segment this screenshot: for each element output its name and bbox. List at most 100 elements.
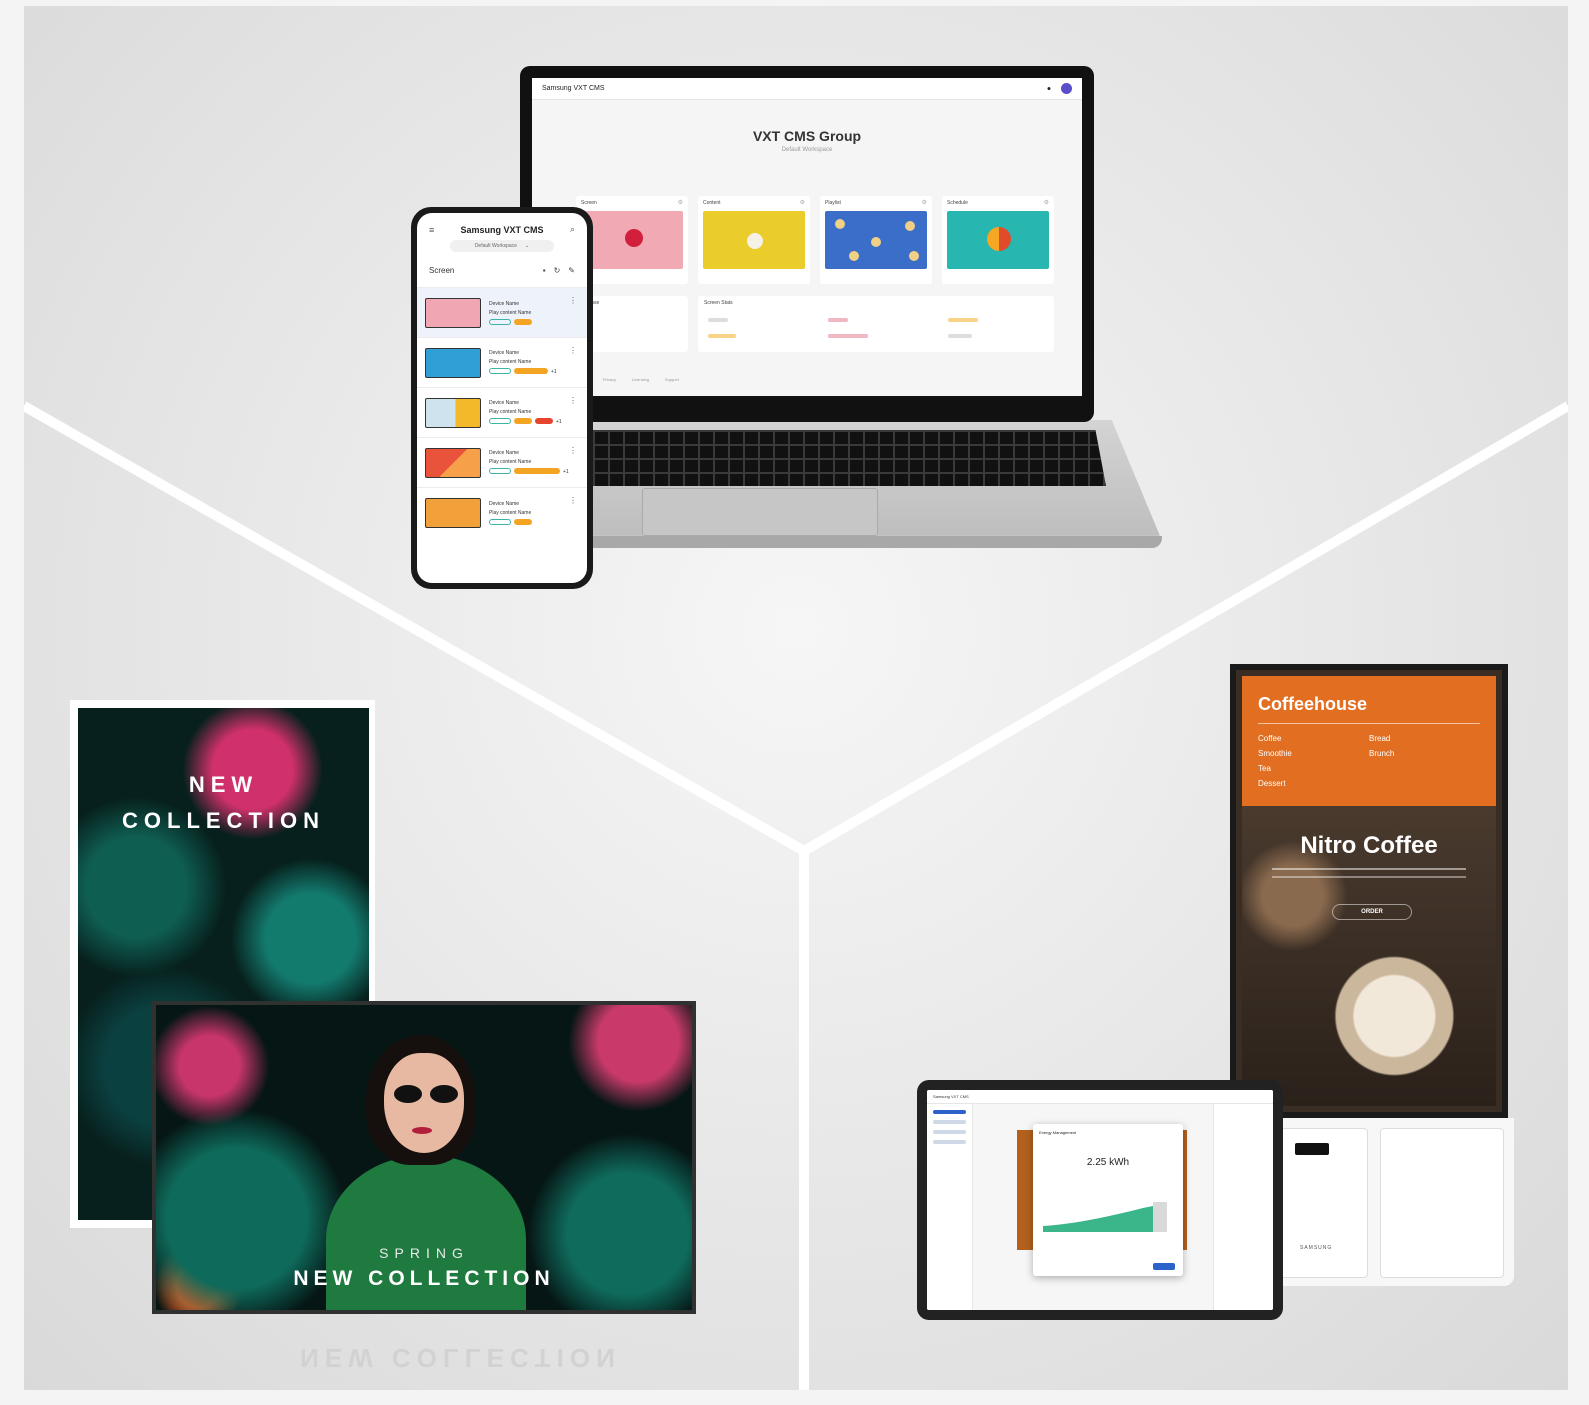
device-thumbnail bbox=[425, 397, 481, 428]
poster-reflection: NEW COLLECTION bbox=[300, 1343, 621, 1373]
search-icon[interactable]: ⌕ bbox=[570, 224, 575, 235]
more-icon[interactable]: ⋮ bbox=[569, 346, 577, 355]
card-label: Schedule bbox=[947, 200, 968, 206]
stat-pill bbox=[828, 334, 868, 338]
gear-icon[interactable]: ⚙ bbox=[678, 199, 683, 206]
gear-icon[interactable]: ⚙ bbox=[800, 199, 805, 206]
card-content[interactable]: Content ⚙ bbox=[698, 196, 810, 284]
more-icon[interactable]: ⋮ bbox=[569, 296, 577, 305]
order-button[interactable]: ORDER bbox=[1332, 904, 1412, 920]
model-lips bbox=[412, 1127, 432, 1134]
menu-icon[interactable]: ≡ bbox=[429, 225, 434, 235]
list-item[interactable]: Device Name Play content Name +1 ⋮ bbox=[417, 437, 587, 487]
sidebar-item[interactable] bbox=[933, 1110, 966, 1114]
more-icon[interactable]: ⋮ bbox=[569, 446, 577, 455]
refresh-icon[interactable]: ↻ bbox=[554, 266, 561, 275]
card-schedule[interactable]: Schedule ⚙ bbox=[942, 196, 1054, 284]
device-name: Device Name bbox=[489, 399, 520, 406]
menu-item-bread[interactable]: Bread bbox=[1369, 734, 1480, 743]
menu-item-brunch[interactable]: Brunch bbox=[1369, 749, 1480, 758]
menu-item-smoothie[interactable]: Smoothie bbox=[1258, 749, 1369, 758]
status-badge bbox=[514, 319, 532, 325]
status-badge bbox=[489, 319, 511, 325]
footer-link[interactable]: Privacy bbox=[603, 377, 616, 382]
energy-modal: Energy Management 2.25 kWh bbox=[1033, 1124, 1183, 1276]
stat-pill bbox=[708, 318, 728, 322]
kiosk-maker-logo: SAMSUNG bbox=[1300, 1245, 1333, 1251]
status-badge bbox=[489, 467, 511, 474]
device-name: Device Name bbox=[489, 301, 520, 307]
extra-count: +1 bbox=[563, 468, 569, 475]
device-name: Device Name bbox=[489, 449, 520, 456]
device-thumbnail bbox=[425, 497, 481, 528]
list-item[interactable]: Device Name Play content Name +1 ⋮ bbox=[417, 337, 587, 387]
kiosk-brand: Coffeehouse bbox=[1258, 694, 1368, 714]
avatar[interactable] bbox=[1061, 83, 1072, 94]
list-item[interactable]: Device Name Play content Name ⋮ bbox=[417, 287, 587, 337]
gear-icon[interactable]: ⚙ bbox=[1044, 199, 1049, 206]
card-label: Playlist bbox=[825, 200, 841, 206]
status-badge bbox=[535, 417, 553, 424]
workspace-dropdown[interactable]: Default Workspace ⌄ bbox=[450, 240, 554, 252]
laptop-keyboard-rows bbox=[580, 430, 1106, 486]
kiosk-description bbox=[1272, 868, 1466, 878]
tablet-app-name: Samsung VXT CMS bbox=[933, 1094, 969, 1099]
divider bbox=[1258, 723, 1480, 724]
footer-link[interactable]: Support bbox=[665, 377, 679, 382]
landscape-poster: SPRING NEW COLLECTION bbox=[156, 1005, 692, 1310]
card-thumbnail bbox=[703, 211, 805, 269]
more-icon[interactable]: ⋮ bbox=[569, 396, 577, 405]
section-title: Screen bbox=[429, 266, 455, 275]
laptop-app-name: Samsung VXT CMS bbox=[542, 85, 605, 92]
card-playlist[interactable]: Playlist ⚙ bbox=[820, 196, 932, 284]
device-name: Device Name bbox=[489, 349, 520, 356]
workspace-label: Default Workspace bbox=[474, 243, 517, 249]
content-name: Play content Name bbox=[489, 310, 532, 316]
laptop-trackpad bbox=[642, 488, 878, 536]
edit-icon[interactable]: ✎ bbox=[568, 266, 575, 275]
footer-link[interactable]: Licensing bbox=[632, 377, 649, 382]
laptop-topbar: Samsung VXT CMS ● bbox=[532, 78, 1082, 100]
poster-line-collection: COLLECTION bbox=[122, 808, 325, 833]
device-thumbnail bbox=[425, 347, 481, 378]
stat-pill bbox=[708, 334, 736, 338]
menu-item-tea[interactable]: Tea bbox=[1258, 764, 1369, 773]
filter-icon[interactable]: ▪ bbox=[543, 266, 546, 275]
poster-line-new: NEW bbox=[188, 772, 259, 797]
status-badge bbox=[514, 467, 560, 474]
card-label: Screen bbox=[581, 200, 597, 206]
status-badge bbox=[514, 367, 548, 374]
stat-pill bbox=[948, 318, 978, 322]
confirm-button[interactable] bbox=[1153, 1263, 1175, 1270]
stat-label: Screen Stats bbox=[704, 300, 733, 306]
device-thumbnail bbox=[425, 297, 481, 328]
more-icon[interactable]: ⋮ bbox=[569, 496, 577, 505]
list-item[interactable]: Device Name Play content Name ⋮ bbox=[417, 487, 587, 537]
laptop-workspace-selector[interactable]: Default Workspace bbox=[532, 147, 1082, 153]
laptop-stats-row: License Screen Stats bbox=[576, 296, 1054, 352]
status-badge bbox=[514, 519, 532, 525]
card-thumbnail bbox=[825, 211, 927, 269]
sidebar-item[interactable] bbox=[933, 1140, 966, 1144]
poster-kicker: SPRING bbox=[379, 1245, 469, 1261]
card-thumbnail bbox=[947, 211, 1049, 269]
list-item[interactable]: Device Name Play content Name +1 ⋮ bbox=[417, 387, 587, 437]
content-name: Play content Name bbox=[489, 358, 532, 365]
device-thumbnail bbox=[425, 447, 481, 478]
sidebar-item[interactable] bbox=[933, 1120, 966, 1124]
extra-count: +1 bbox=[551, 368, 557, 375]
gear-icon[interactable]: ⚙ bbox=[922, 199, 927, 206]
status-badge bbox=[514, 417, 532, 424]
printer-module bbox=[1380, 1128, 1504, 1278]
content-name: Play content Name bbox=[489, 510, 532, 516]
menu-item-coffee[interactable]: Coffee bbox=[1258, 734, 1369, 743]
sidebar-item[interactable] bbox=[933, 1130, 966, 1134]
menu-item-dessert[interactable]: Dessert bbox=[1258, 779, 1369, 788]
modal-title: Energy Management bbox=[1039, 1130, 1077, 1135]
laptop: Samsung VXT CMS ● VXT CMS Group Default … bbox=[520, 66, 1094, 422]
status-badge bbox=[489, 367, 511, 374]
chevron-down-icon: ⌄ bbox=[524, 243, 530, 249]
content-name: Play content Name bbox=[489, 458, 532, 465]
bell-icon[interactable]: ● bbox=[1047, 85, 1051, 92]
screen-stats-panel: Screen Stats bbox=[698, 296, 1054, 352]
